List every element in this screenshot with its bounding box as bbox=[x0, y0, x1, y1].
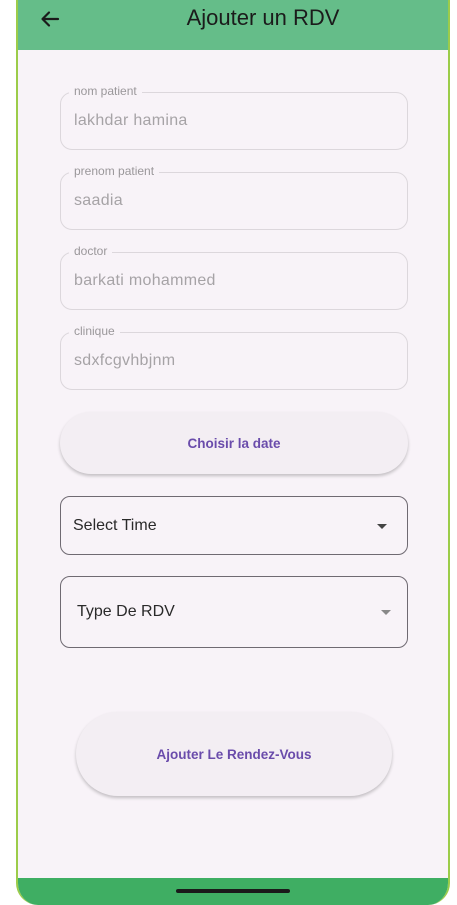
doctor-field[interactable]: doctor barkati mohammed bbox=[60, 244, 408, 310]
prenom-patient-field[interactable]: prenom patient saadia bbox=[60, 164, 408, 230]
select-time-dropdown[interactable]: Select Time bbox=[60, 496, 408, 555]
type-rdv-text: Type De RDV bbox=[77, 603, 175, 620]
clinique-value: sdxfcgvhbjnm bbox=[74, 352, 176, 369]
doctor-label: doctor bbox=[69, 244, 113, 258]
page-title: Ajouter un RDV bbox=[186, 5, 340, 30]
clinique-field[interactable]: clinique sdxfcgvhbjnm bbox=[60, 324, 408, 390]
type-rdv-dropdown[interactable]: Type De RDV bbox=[60, 576, 408, 648]
system-nav-bar bbox=[18, 878, 448, 905]
doctor-value: barkati mohammed bbox=[74, 272, 216, 289]
nom-patient-field[interactable]: nom patient lakhdar hamina bbox=[60, 84, 408, 150]
prenom-patient-value: saadia bbox=[74, 192, 123, 209]
nom-patient-label: nom patient bbox=[69, 84, 142, 98]
home-indicator[interactable] bbox=[176, 889, 290, 893]
app-screen: Ajouter un RDV nom patient lakhdar hamin… bbox=[16, 0, 450, 905]
caret-down-icon bbox=[381, 610, 391, 615]
caret-down-icon bbox=[377, 524, 387, 529]
clinique-label: clinique bbox=[69, 324, 120, 338]
prenom-patient-label: prenom patient bbox=[69, 164, 160, 178]
add-appointment-button[interactable]: Ajouter Le Rendez-Vous bbox=[76, 712, 392, 796]
nom-patient-value: lakhdar hamina bbox=[74, 112, 188, 129]
choose-date-button[interactable]: Choisir la date bbox=[60, 412, 408, 474]
select-time-text: Select Time bbox=[73, 517, 157, 534]
app-bar: Ajouter un RDV bbox=[18, 0, 448, 50]
